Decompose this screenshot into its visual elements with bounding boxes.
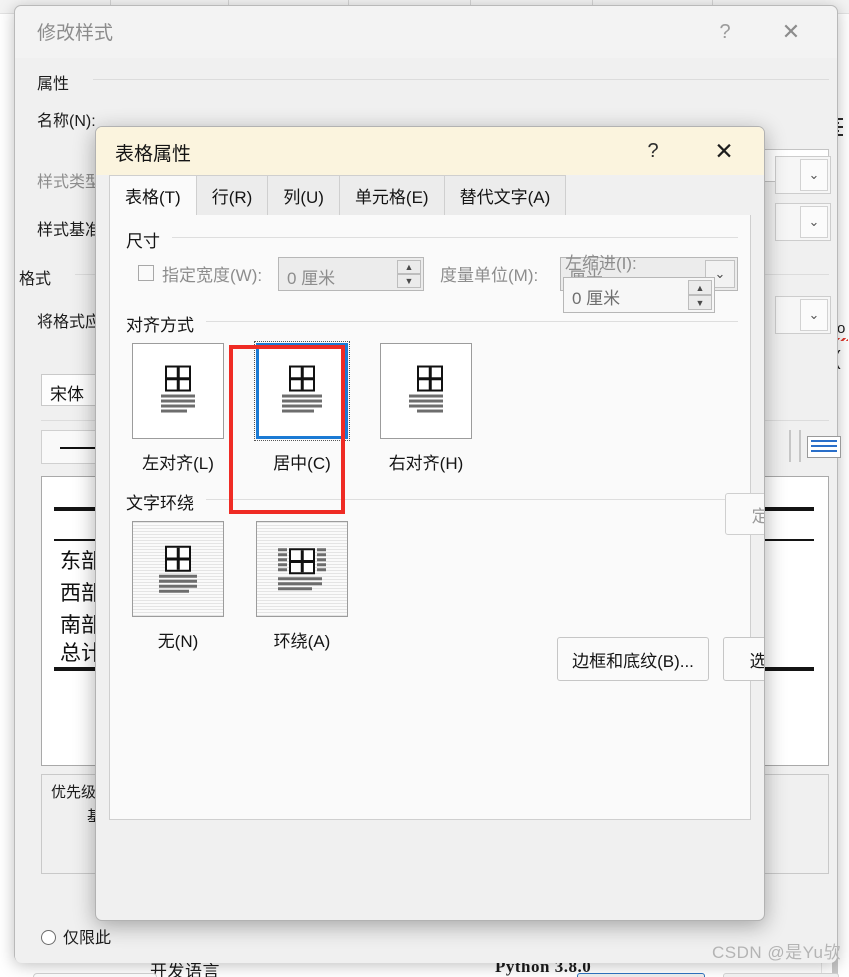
paragraph-format-icon[interactable] [807, 436, 841, 458]
style-type-label: 样式类型 [37, 174, 102, 191]
tab-cell[interactable]: 单元格(E) [338, 175, 445, 215]
preferred-width-stepper[interactable]: 0 厘米 ▲ ▼ [278, 257, 424, 291]
chevron-down-icon: ⌄ [800, 299, 828, 331]
close-icon[interactable]: ✕ [771, 15, 811, 49]
wrapping-option-none[interactable] [132, 521, 224, 617]
modify-style-ok-button[interactable]: 确定 [577, 973, 705, 977]
wrapping-section-rule [206, 499, 738, 500]
radio-label: 仅限此 [63, 930, 112, 947]
measure-unit-label: 度量单位(M): [440, 266, 539, 285]
tab-table[interactable]: 表格(T) [109, 175, 197, 215]
preferred-width-checkbox[interactable] [138, 265, 154, 281]
wrapping-section-title: 文字环绕 [126, 494, 194, 513]
apply-format-label: 将格式应 [37, 314, 102, 331]
style-based-on-combo[interactable]: ⌄ [775, 203, 831, 241]
table-center-align-icon [282, 365, 322, 415]
size-section-rule [172, 237, 738, 238]
only-this-document-radio[interactable]: 仅限此 [41, 924, 111, 948]
alignment-label-right: 右对齐(H) [388, 454, 464, 473]
stepper-up-icon[interactable]: ▲ [397, 260, 421, 274]
radio-circle-icon [41, 930, 56, 945]
toolbar-separator [799, 430, 801, 462]
alignment-option-left[interactable] [132, 343, 224, 439]
alignment-label-center: 居中(C) [273, 454, 331, 473]
left-indent-stepper[interactable]: 0 厘米 ▲ ▼ [563, 277, 715, 313]
watermark-text: CSDN @是Yu欤 [711, 943, 841, 962]
chevron-down-icon: ⌄ [800, 159, 828, 191]
borders-and-shading-button[interactable]: 边框和底纹(B)... [557, 637, 709, 681]
format-section-title: 格式 [19, 271, 52, 288]
table-options-button[interactable]: 选项(O)... [723, 637, 764, 681]
table-properties-titlebar[interactable]: 表格属性 ? ✕ [96, 127, 764, 175]
alignment-option-center[interactable] [254, 341, 350, 441]
position-button[interactable]: 定位(P)... [725, 493, 764, 535]
font-name-value: 宋体 [50, 385, 84, 404]
stepper-down-icon[interactable]: ▼ [397, 274, 421, 288]
wrapping-label-none: 无(N) [157, 632, 199, 651]
alignment-option-right[interactable] [380, 343, 472, 439]
table-properties-title: 表格属性 [115, 144, 192, 165]
table-tab-panel: 尺寸 指定宽度(W): 0 厘米 ▲ ▼ 度量单位(M): 厘米 ⌄ 对齐方式 … [109, 215, 764, 820]
stepper-down-icon[interactable]: ▼ [688, 295, 712, 310]
modify-style-titlebar[interactable]: 修改样式 ? ✕ [15, 6, 837, 58]
modify-style-title: 修改样式 [37, 23, 114, 44]
style-type-combo[interactable]: ⌄ [775, 156, 831, 194]
style-name-label: 名称(N): [37, 113, 96, 130]
left-indent-value: 0 厘米 [572, 289, 621, 308]
table-properties-dialog[interactable]: 表格属性 ? ✕ 表格(T) 行(R) 列(U) 单元格(E) 替代文字(A) … [95, 126, 765, 921]
wrapping-option-around[interactable] [256, 521, 348, 617]
chevron-down-icon: ⌄ [800, 206, 828, 238]
tab-alt-text[interactable]: 替代文字(A) [443, 175, 567, 215]
left-indent-label: 左缩进(I): [565, 254, 637, 273]
close-icon[interactable]: ✕ [704, 133, 744, 169]
text-wrap-none-icon [159, 545, 197, 593]
format-menu-button[interactable]: 格式(O) [33, 973, 157, 977]
style-based-on-label: 样式基准 [37, 222, 102, 239]
toolbar-separator [789, 430, 791, 462]
properties-section-rule [93, 79, 829, 80]
preferred-width-value: 0 厘米 [287, 269, 336, 288]
table-left-align-icon [161, 365, 195, 415]
wrapping-label-around: 环绕(A) [273, 632, 331, 651]
size-section-title: 尺寸 [126, 232, 160, 251]
alignment-section-title: 对齐方式 [126, 316, 194, 335]
apply-format-combo[interactable]: ⌄ [775, 296, 831, 334]
alignment-section-rule [206, 321, 738, 322]
help-icon[interactable]: ? [705, 15, 745, 49]
stepper-up-icon[interactable]: ▲ [688, 280, 712, 295]
preferred-width-label: 指定宽度(W): [162, 266, 263, 285]
modify-style-cancel-button[interactable]: 取消 [723, 973, 839, 977]
table-properties-tabstrip: 表格(T) 行(R) 列(U) 单元格(E) 替代文字(A) [96, 175, 764, 215]
properties-section-title: 属性 [37, 76, 70, 93]
table-right-align-icon [409, 365, 443, 415]
help-icon[interactable]: ? [634, 133, 672, 169]
text-wrap-around-icon [278, 548, 326, 590]
tab-row[interactable]: 行(R) [195, 175, 269, 215]
alignment-label-left: 左对齐(L) [142, 454, 214, 473]
tab-column[interactable]: 列(U) [267, 175, 340, 215]
